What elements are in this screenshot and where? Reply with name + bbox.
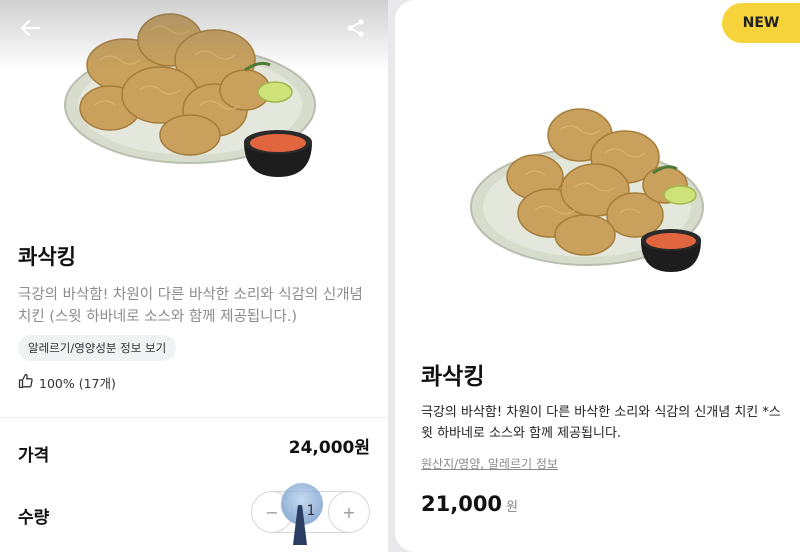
section-divider <box>0 417 388 418</box>
allergy-nutrition-info-button[interactable]: 알레르기/영양성분 정보 보기 <box>18 335 177 361</box>
product-image <box>465 95 725 295</box>
fried-chicken-photo <box>470 108 704 272</box>
product-price: 21,000 원 <box>421 492 518 516</box>
quantity-label: 수량 <box>18 508 50 528</box>
thumbs-up-icon <box>18 373 34 392</box>
header-gradient <box>0 0 388 70</box>
price-label: 가격 <box>18 446 50 466</box>
back-arrow-icon[interactable] <box>16 14 44 42</box>
product-title: 콰삭킹 <box>18 245 76 269</box>
product-description: 극강의 바삭함! 차원이 다른 바삭한 소리와 식감의 신개념 치킨 *스윗 하… <box>421 405 781 441</box>
quantity-value: 1 <box>306 503 316 519</box>
share-icon[interactable] <box>342 14 370 42</box>
origin-allergy-info-link[interactable]: 원산지/영양, 알레르기 정보 <box>421 455 558 472</box>
price-number: 21,000 <box>421 492 503 516</box>
like-rating[interactable]: 100% (17개) <box>18 372 116 392</box>
increase-quantity-button[interactable]: + <box>328 491 370 533</box>
new-badge: NEW <box>722 3 800 43</box>
product-description: 극강의 바삭함! 차원이 다른 바삭한 소리와 식감의 신개념 치킨 (스윗 하… <box>18 287 363 325</box>
comparison-stage: 콰삭킹 극강의 바삭함! 차원이 다른 바삭한 소리와 식감의 신개념 치킨 (… <box>0 0 800 552</box>
price-unit: 원 <box>506 500 519 515</box>
right-product-screen: NEW 콰삭킹 극강의 바삭함! 차원이 다른 바삭한 소리와 식감의 신개념 … <box>395 0 800 552</box>
left-product-screen: 콰삭킹 극강의 바삭함! 차원이 다른 바삭한 소리와 식감의 신개념 치킨 (… <box>0 0 388 552</box>
price-value: 24,000원 <box>288 438 370 458</box>
product-title: 콰삭킹 <box>421 364 485 390</box>
like-percentage: 100% (17개) <box>39 375 116 391</box>
